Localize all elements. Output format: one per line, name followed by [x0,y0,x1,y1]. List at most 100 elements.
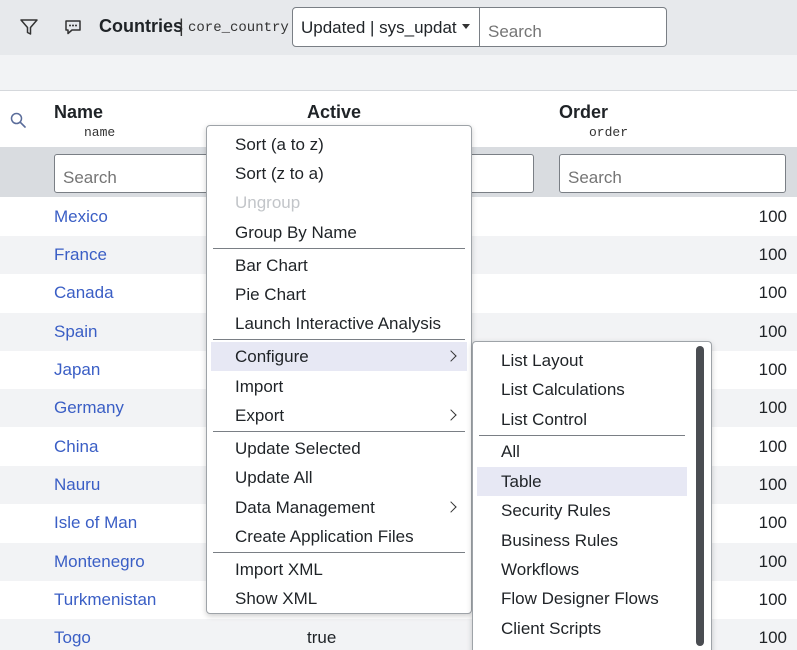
country-link[interactable]: Montenegro [54,552,145,572]
menu-item-create-application-files[interactable]: Create Application Files [207,522,471,551]
menu-item-label: Export [235,406,285,425]
menu-item-label: Launch Interactive Analysis [235,314,442,333]
menu-item-label: Show XML [235,589,318,608]
order-value: 100 [758,590,787,609]
order-value: 100 [758,628,787,647]
menu-item-label: Sort (a to z) [235,135,324,154]
country-link[interactable]: Mexico [54,207,108,227]
submenu-item-all[interactable]: All [473,437,711,466]
menu-item-pie-chart[interactable]: Pie Chart [207,280,471,309]
submenu-item-business-rules[interactable]: Business Rules [473,526,711,555]
column-header-name[interactable]: Name name [54,102,115,140]
menu-item-label: Import [235,377,284,396]
menu-item-label: All [501,442,520,461]
chevron-right-icon [445,409,457,421]
menu-item-bar-chart[interactable]: Bar Chart [207,251,471,280]
menu-item-data-management[interactable]: Data Management [207,493,471,522]
country-link[interactable]: Isle of Man [54,513,137,533]
order-value: 100 [758,475,787,494]
column-field: name [84,125,116,140]
list-subbar [0,55,797,91]
menu-item-label: Configure [235,347,309,366]
submenu-item-security-rules[interactable]: Security Rules [473,496,711,525]
menu-item-label: Data Management [235,498,375,517]
menu-item-label: Client Scripts [501,619,602,638]
country-link[interactable]: Canada [54,283,114,303]
menu-item-label: List Layout [501,351,584,370]
search-icon[interactable] [8,110,28,130]
order-value: 100 [758,283,787,302]
submenu-item-table[interactable]: Table [477,467,687,496]
column-header-active[interactable]: Active [307,102,361,123]
order-value: 100 [758,552,787,571]
column-label: Name [54,102,104,122]
configure-submenu: List Layout List Calculations List Contr… [472,341,712,650]
table-name: core_country [188,20,289,36]
menu-divider [479,435,685,436]
menu-item-label: Group By Name [235,223,357,242]
menu-item-label: Ungroup [235,193,301,212]
menu-item-label: Update All [235,468,313,487]
submenu-item-workflows[interactable]: Workflows [473,555,711,584]
submenu-item-client-scripts[interactable]: Client Scripts [473,614,711,643]
menu-item-show-xml[interactable]: Show XML [207,584,471,613]
column-context-menu: Sort (a to z) Sort (z to a) Ungroup Grou… [206,125,472,614]
submenu-item-flow-designer-flows[interactable]: Flow Designer Flows [473,584,711,613]
menu-divider [213,552,465,553]
menu-item-label: List Control [501,410,587,429]
filter-icon[interactable] [18,16,40,38]
list-search-input[interactable] [480,7,667,47]
menu-item-import[interactable]: Import [207,372,471,401]
column-label: Order [559,102,609,122]
country-link[interactable]: Japan [54,360,100,380]
country-link[interactable]: Germany [54,398,124,418]
menu-divider [213,248,465,249]
country-link[interactable]: Turkmenistan [54,590,156,610]
menu-item-configure[interactable]: Configure [211,342,467,371]
menu-item-update-selected[interactable]: Update Selected [207,434,471,463]
menu-item-label: Table [501,472,542,491]
menu-item-label: List Calculations [501,380,625,399]
column-header-order[interactable]: Order order [559,102,628,140]
order-value: 100 [758,398,787,417]
menu-item-label: Business Rules [501,531,619,550]
menu-item-label: Pie Chart [235,285,306,304]
submenu-item-list-calculations[interactable]: List Calculations [473,375,711,404]
menu-item-export[interactable]: Export [207,401,471,430]
list-title: Countries [99,16,184,36]
country-link[interactable]: Togo [54,628,91,648]
context-menu-icon[interactable] [62,16,84,38]
menu-item-sort-z-a[interactable]: Sort (z to a) [207,159,471,188]
chevron-right-icon [445,350,457,362]
menu-item-group-by-name[interactable]: Group By Name [207,218,471,247]
column-label: Active [307,102,362,122]
country-link[interactable]: China [54,437,98,457]
submenu-item-list-control[interactable]: List Control [473,405,711,434]
order-value: 100 [758,207,787,226]
submenu-item-list-layout[interactable]: List Layout [473,346,711,375]
country-link[interactable]: Spain [54,322,97,342]
country-link[interactable]: Nauru [54,475,100,495]
menu-item-sort-a-z[interactable]: Sort (a to z) [207,130,471,159]
menu-item-label: Create Application Files [235,527,414,546]
menu-item-label: Import XML [235,560,323,579]
order-value: 100 [758,322,787,341]
order-value: 100 [758,360,787,379]
submenu-scrollbar[interactable] [696,346,704,646]
menu-item-label: Workflows [501,560,580,579]
menu-item-update-all[interactable]: Update All [207,463,471,492]
column-field: order [589,125,629,140]
menu-item-import-xml[interactable]: Import XML [207,555,471,584]
menu-divider [213,339,465,340]
menu-divider [213,431,465,432]
order-search-input[interactable] [559,154,786,193]
country-link[interactable]: France [54,245,107,265]
order-value: 100 [758,245,787,264]
menu-item-label: Flow Designer Flows [501,589,659,608]
menu-item-launch-interactive-analysis[interactable]: Launch Interactive Analysis [207,309,471,338]
menu-item-label: Security Rules [501,501,611,520]
order-value: 100 [758,513,787,532]
active-value: true [307,628,337,647]
order-value: 100 [758,437,787,456]
search-field-select[interactable]: Updated | sys_updat [292,7,480,47]
